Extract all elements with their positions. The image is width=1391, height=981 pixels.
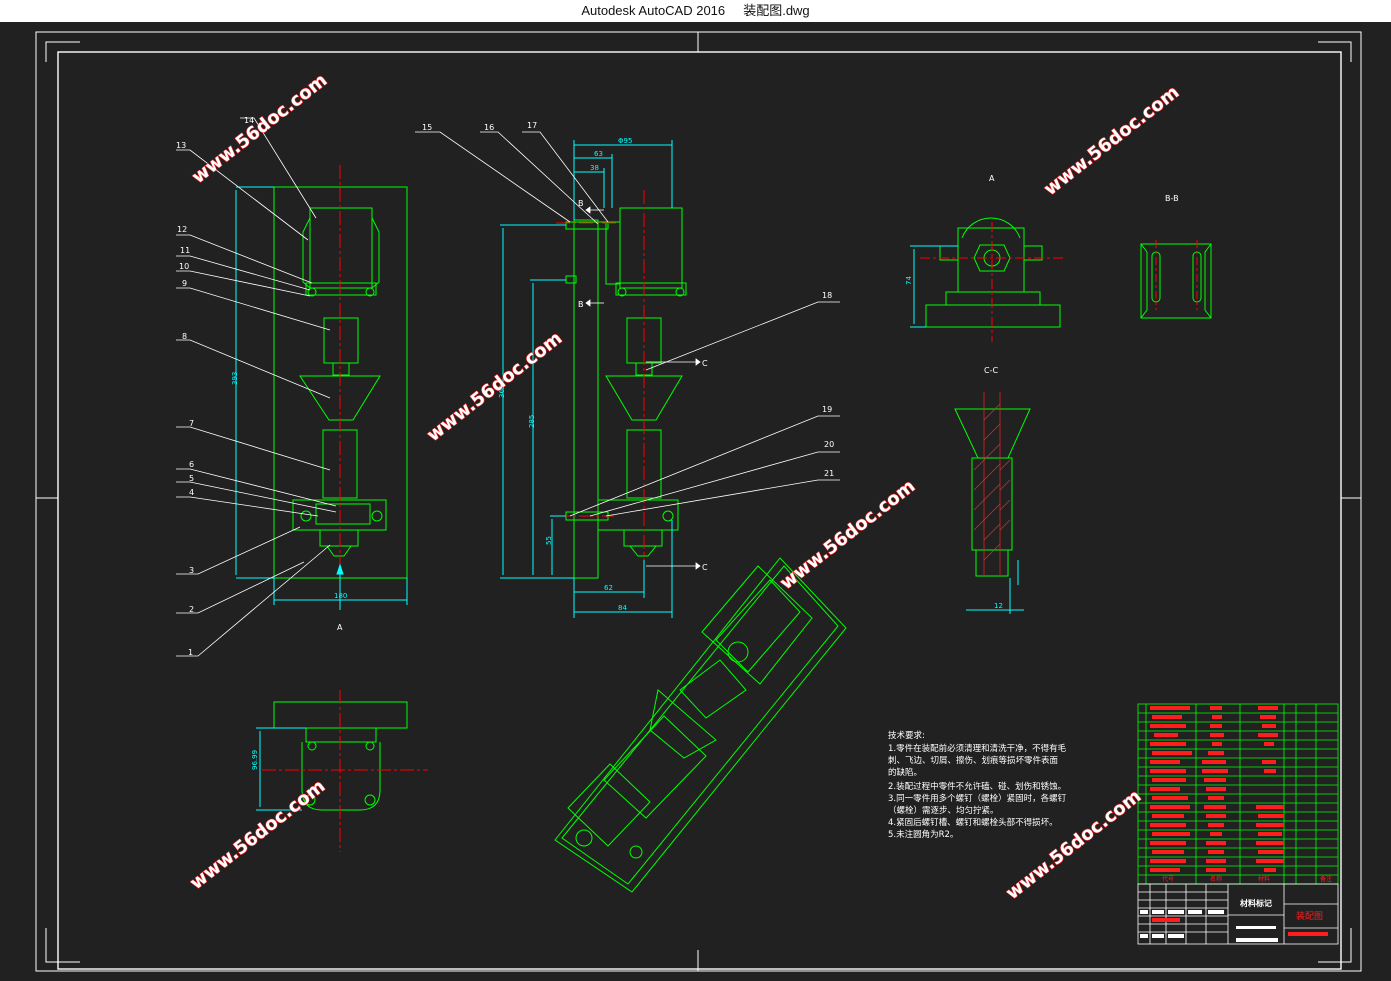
view-cc-hatch	[973, 392, 1011, 575]
view-label-c2: C	[702, 563, 708, 572]
tech-requirements: 技术要求: 1.零件在装配前必须清理和清洗干净，不得有毛 刺、飞边、切屑、擦伤、…	[888, 730, 1067, 840]
balloon-9: 9	[182, 279, 187, 288]
view-bb	[1140, 243, 1212, 319]
balloon-11: 11	[180, 246, 190, 255]
material-mark: 材料标记	[1240, 898, 1272, 908]
tech-req-line: 3.同一零件用多个螺钉（螺栓）紧固时，各螺钉	[888, 793, 1067, 804]
balloon-19: 19	[822, 405, 832, 414]
tech-req-line: （螺栓）需逐步、均匀拧紧。	[888, 805, 999, 816]
tech-req-line: 5.未注圆角为R2。	[888, 829, 958, 840]
tech-req-line: 2.装配过程中零件不允许磕、碰、划伤和锈蚀。	[888, 781, 1066, 792]
view-label-c1: C	[702, 359, 708, 368]
balloon-3: 3	[189, 566, 194, 575]
bom-table[interactable]	[1137, 703, 1339, 885]
side-view	[565, 207, 687, 579]
isometric-view	[554, 557, 847, 893]
view-a-centerline	[920, 222, 1066, 342]
watermark: www.56doc.com	[423, 328, 566, 446]
balloon-15: 15	[422, 123, 432, 132]
dim-84: 84	[618, 604, 627, 612]
bom-header: 代号 名称 材料 备注	[1162, 875, 1332, 883]
dim-180: 180	[334, 592, 347, 600]
dim-96: 96.99	[251, 750, 259, 770]
balloon-7: 7	[189, 419, 194, 428]
balloon-18: 18	[822, 291, 832, 300]
side-view-balloons: 15 16 17 18 19 20 21	[422, 121, 834, 478]
dim-55: 55	[545, 536, 553, 545]
balloon-6: 6	[189, 460, 194, 469]
tech-req-line: 的缺陷。	[888, 767, 922, 778]
watermarks: www.56doc.com www.56doc.com www.56doc.co…	[186, 69, 1184, 904]
view-label-b2: B	[578, 300, 584, 309]
drawing-canvas[interactable]: 393 180 A 13 14 12 11 10 9 8 7 6 5 4 3 2…	[0, 22, 1391, 977]
front-view-balloons: 13 14 12 11 10 9 8 7 6 5 4 3 2 1	[176, 116, 254, 657]
balloon-16: 16	[484, 123, 494, 132]
dim-393: 393	[231, 372, 239, 385]
view-a	[925, 217, 1061, 328]
bom-header-name: 名称	[1210, 875, 1222, 883]
tech-req-heading: 技术要求:	[888, 730, 925, 741]
dim-95: Φ95	[618, 137, 632, 145]
side-view-centerline	[556, 190, 645, 575]
dim-38: 38	[590, 164, 599, 172]
dim-62: 62	[604, 584, 613, 592]
balloon-17: 17	[527, 121, 537, 130]
view-label-a-top: A	[989, 174, 995, 183]
front-view-leaders	[176, 117, 337, 657]
watermark: www.56doc.com	[776, 476, 919, 594]
view-bb-centerline	[1155, 240, 1198, 310]
view-label-bb: B-B	[1165, 194, 1179, 203]
view-label-a-bottom: A	[337, 623, 343, 632]
balloon-5: 5	[189, 474, 194, 483]
balloon-4: 4	[189, 488, 194, 497]
tech-req-line: 4.紧固后螺钉槽、螺钉和螺栓头部不得损坏。	[888, 817, 1058, 828]
balloon-21: 21	[824, 469, 834, 478]
section-markers	[585, 206, 701, 570]
balloon-12: 12	[177, 225, 187, 234]
balloon-20: 20	[824, 440, 834, 449]
balloon-10: 10	[179, 262, 189, 271]
drawing-svg[interactable]: 393 180 A 13 14 12 11 10 9 8 7 6 5 4 3 2…	[0, 22, 1391, 977]
view-cc	[954, 408, 1031, 577]
dim-63: 63	[594, 150, 603, 158]
tech-req-line: 1.零件在装配前必须清理和清洗干净，不得有毛	[888, 743, 1067, 754]
plan-view-centerline	[262, 690, 428, 852]
watermark: www.56doc.com	[1040, 82, 1183, 200]
watermark: www.56doc.com	[186, 776, 329, 894]
bom-header-material: 材料	[1258, 875, 1270, 883]
bom-header-note: 备注	[1320, 875, 1332, 883]
dim-285: 285	[528, 415, 536, 428]
balloon-8: 8	[182, 332, 187, 341]
front-view-dims	[235, 186, 408, 610]
dim-74: 74	[905, 276, 913, 285]
bom-header-code: 代号	[1162, 875, 1174, 883]
window-title: Autodesk AutoCAD 2016 装配图.dwg	[0, 0, 1391, 22]
dim-12: 12	[994, 602, 1003, 610]
watermark: www.56doc.com	[188, 70, 331, 188]
view-label-cc: C-C	[984, 366, 998, 375]
balloon-2: 2	[189, 605, 194, 614]
tech-req-line: 刺、飞边、切屑、擦伤、划痕等损坏零件表面	[888, 755, 1059, 766]
drawing-name: 装配图	[1296, 910, 1323, 922]
balloon-13: 13	[176, 141, 186, 150]
balloon-1: 1	[188, 648, 193, 657]
